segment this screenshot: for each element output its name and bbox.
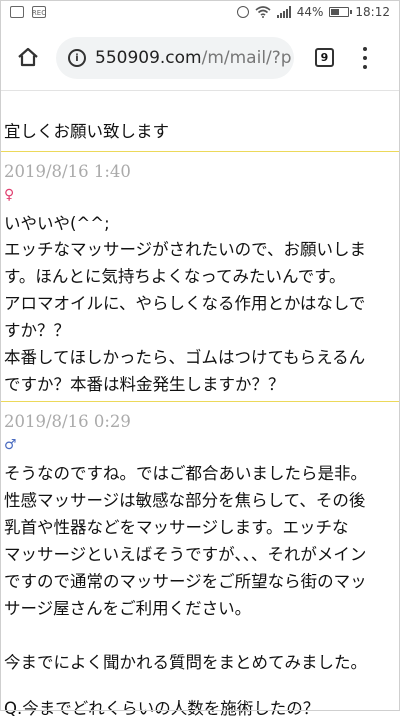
message-line: す。ほんとに気持ちよくなってみたいんです。	[4, 267, 346, 286]
message-line: 性感マッサージは敏感な部分を焦らして、その後	[4, 491, 366, 510]
url-text[interactable]: 550909.com/m/mail/?p	[95, 48, 291, 68]
male-icon: ♂	[4, 437, 17, 453]
info-icon[interactable]: i	[68, 49, 86, 67]
status-bar: REC 44% 18:12	[0, 0, 400, 28]
rec-icon: REC	[32, 6, 46, 18]
female-icon: ♀	[4, 187, 15, 203]
alarm-icon	[236, 6, 249, 18]
battery-percent: 44%	[296, 5, 324, 19]
message-line: マッサージといえばそうですが、、、それがメイン	[4, 545, 367, 564]
clock: 18:12	[355, 5, 390, 19]
message-line: ですか？本番は料金発生しますか？？	[4, 375, 285, 394]
message-separator	[0, 401, 400, 402]
message-line: ですので通常のマッサージをご所望なら街のマッ	[4, 572, 367, 591]
message-line: 宜しくお願い致します	[4, 122, 169, 141]
message-separator	[0, 151, 400, 152]
more-menu-icon[interactable]	[362, 47, 368, 69]
image-icon	[10, 6, 24, 18]
message-line: Q.今までどれくらいの人数を施術したの？	[4, 699, 320, 718]
url-path: /m/mail/?p	[201, 48, 291, 68]
message-date: 2019/8/16 0:29	[4, 412, 131, 431]
tab-count: 9	[320, 51, 329, 64]
message-line: アロマオイルに、やらしくなる作用とかはなしで	[4, 294, 366, 313]
message-line: エッチなマッサージがされたいので、お願いしま	[4, 240, 367, 259]
message-date: 2019/8/16 1:40	[4, 162, 131, 181]
address-bar[interactable]: i 550909.com/m/mail/?p	[56, 37, 294, 79]
signal-icon	[276, 6, 291, 18]
message-line: 本番してほしかったら、ゴムはつけてもらえるん	[4, 348, 366, 367]
url-domain: 550909.com	[95, 48, 202, 68]
status-right-icons: 44% 18:12	[236, 5, 390, 19]
message-line: 乳首や性器などをマッサージします。エッチな	[4, 518, 349, 537]
tab-switcher-button[interactable]: 9	[315, 48, 334, 67]
message-line: 今までによく聞かれる質問をまとめてみました。	[4, 653, 367, 672]
wifi-icon	[255, 6, 271, 18]
rec-label: REC	[31, 9, 47, 17]
browser-toolbar: i 550909.com/m/mail/?p 9	[0, 28, 400, 91]
message-line: すか？？	[4, 321, 70, 340]
message-line: いやいや(^^;	[4, 214, 110, 233]
home-icon[interactable]	[17, 46, 39, 68]
battery-icon	[329, 7, 353, 17]
message-line: そうなのですね。ではご都合あいましたら是非。	[4, 464, 367, 483]
message-line: サージ屋さんをご利用ください。	[4, 599, 252, 618]
status-left-icons: REC	[10, 6, 46, 18]
